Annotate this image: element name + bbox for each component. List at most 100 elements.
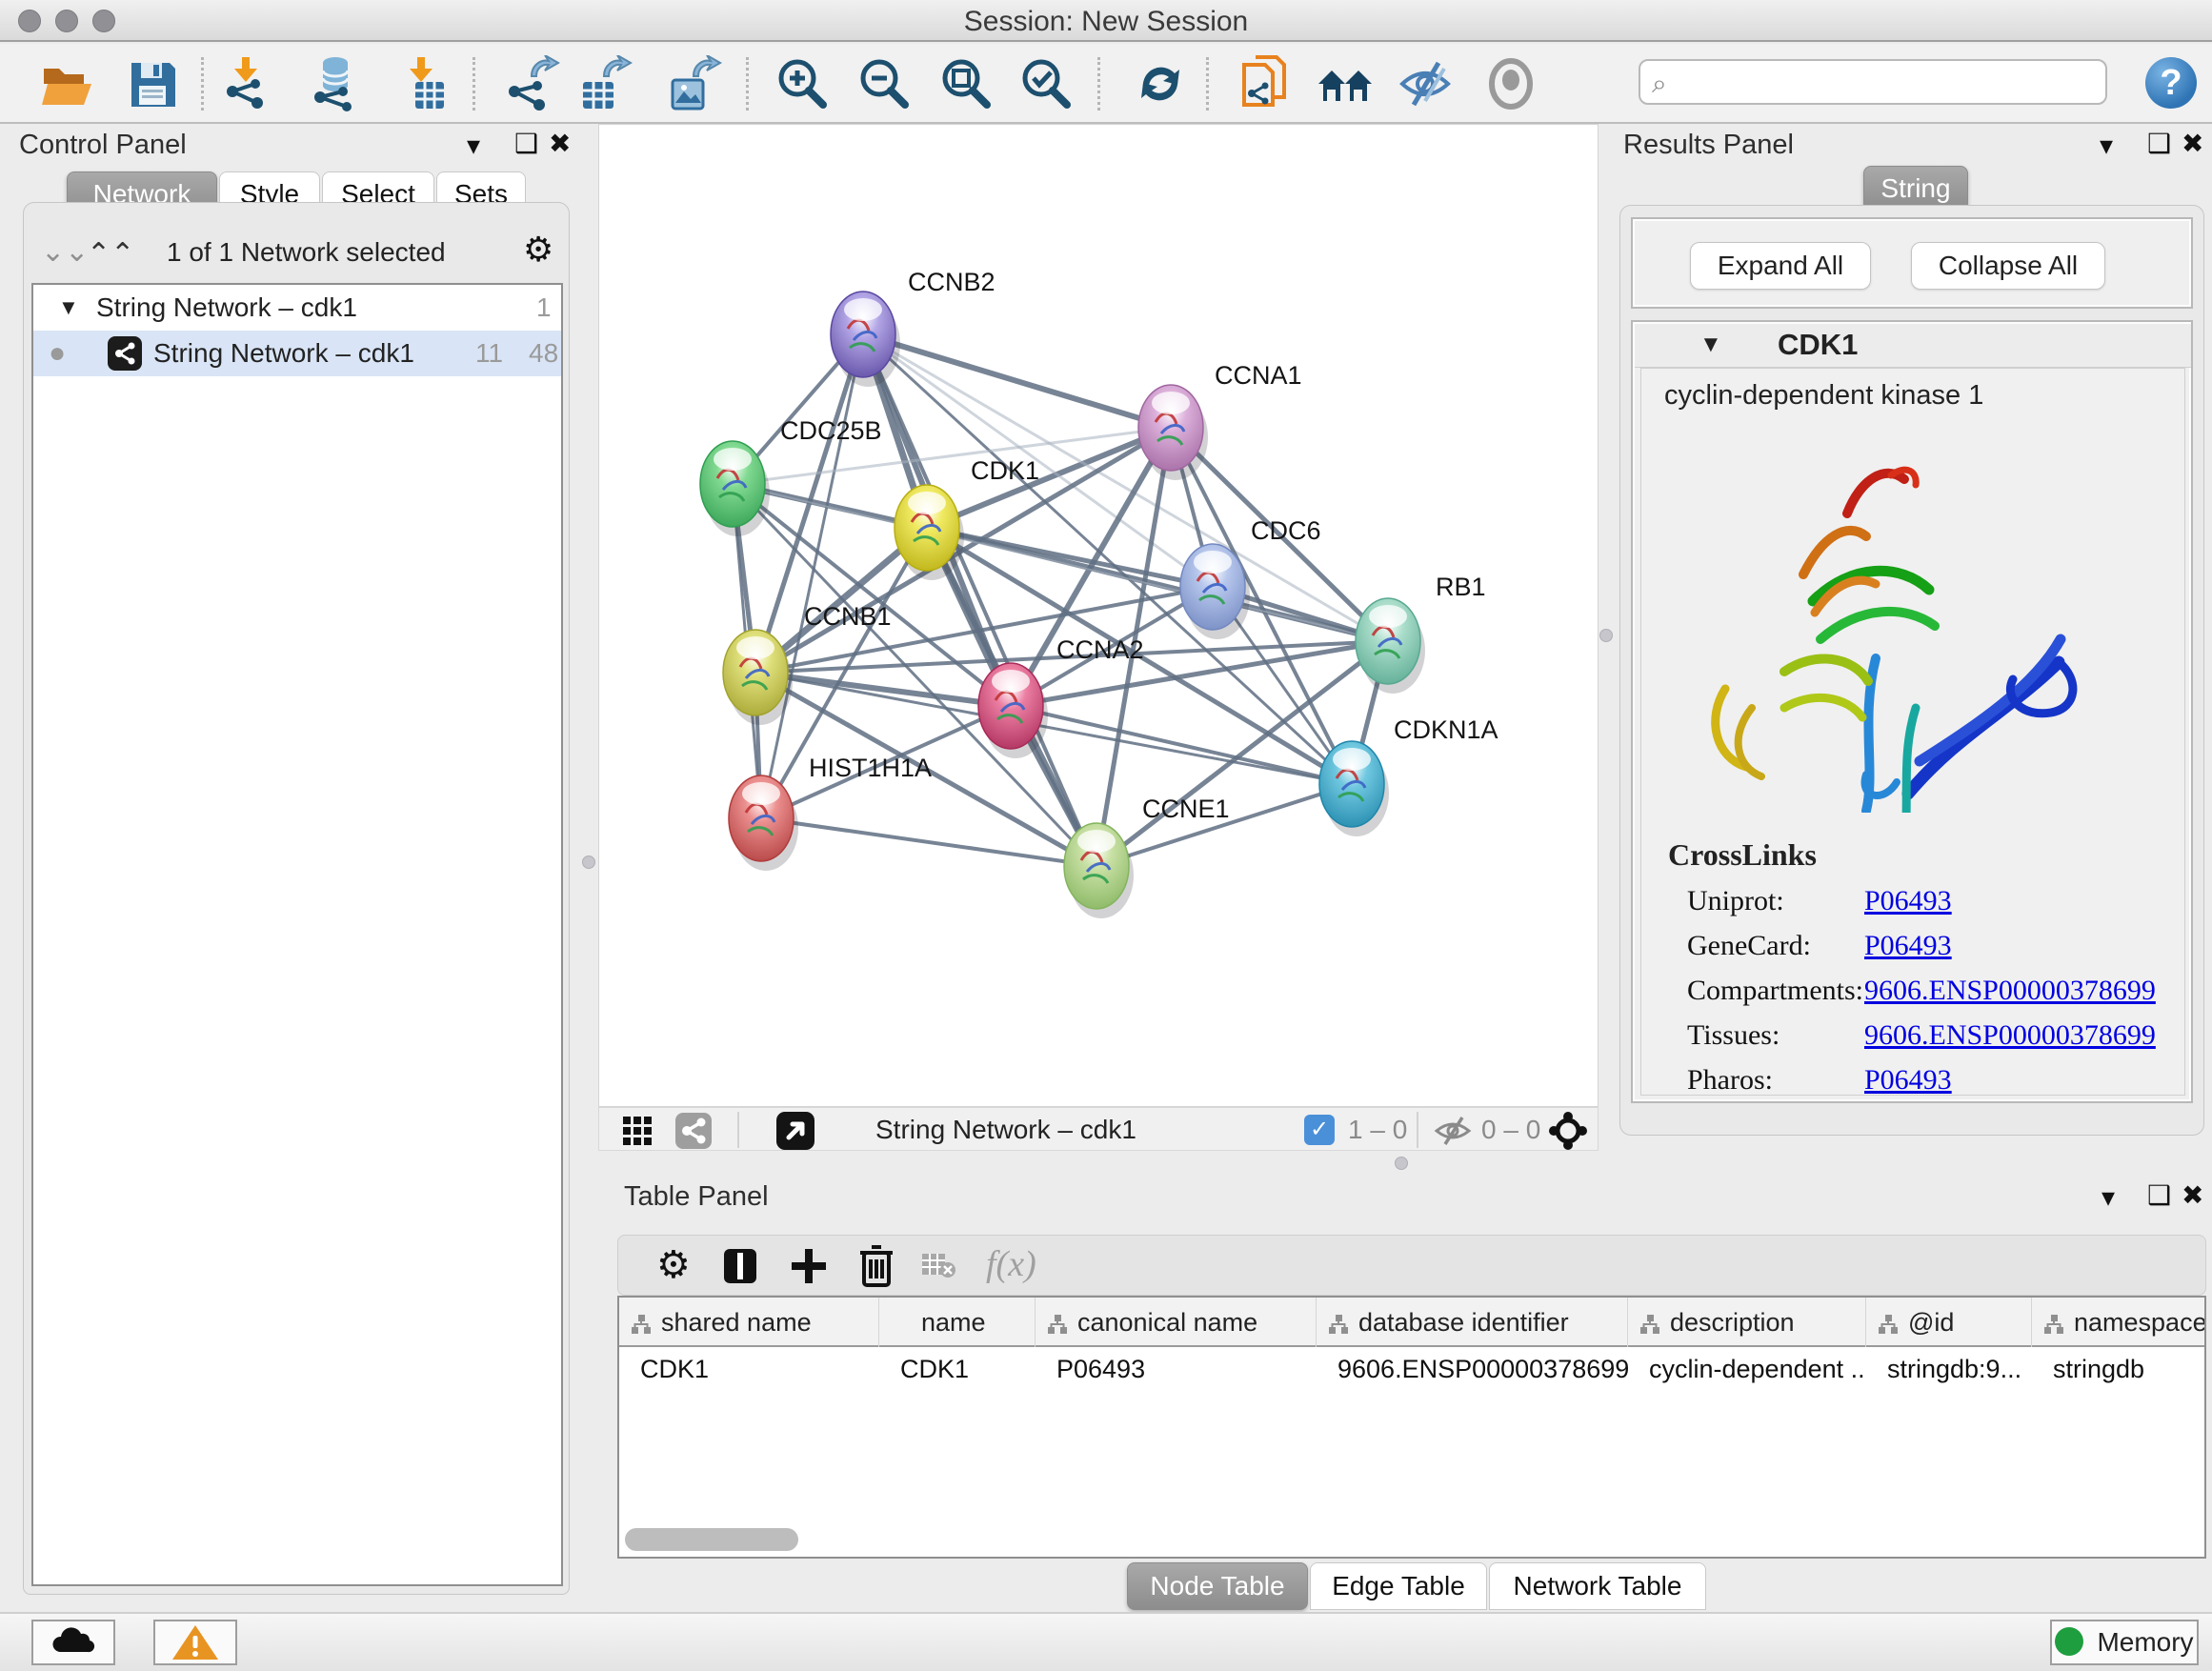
crosslink-label: GeneCard: bbox=[1687, 930, 1811, 962]
grid-icon[interactable] bbox=[622, 1116, 653, 1146]
column-header-name[interactable]: name bbox=[879, 1298, 1036, 1347]
column-header-database-identifier[interactable]: database identifier bbox=[1317, 1298, 1628, 1347]
cloud-button[interactable] bbox=[31, 1620, 115, 1665]
panel-menu-icon[interactable]: ▾ bbox=[467, 130, 480, 161]
birdseye-icon[interactable] bbox=[776, 1112, 814, 1150]
column-header-shared-name[interactable]: shared name bbox=[619, 1298, 879, 1347]
network-edge[interactable] bbox=[761, 818, 1096, 866]
first-neighbors-button[interactable] bbox=[1317, 55, 1374, 112]
network-edge[interactable] bbox=[863, 334, 1096, 866]
network-node-ccnb1[interactable] bbox=[723, 630, 793, 725]
table-cell[interactable]: cyclin-dependent ... bbox=[1628, 1347, 1866, 1391]
export-image-button[interactable] bbox=[665, 55, 722, 112]
zoom-in-button[interactable] bbox=[774, 55, 831, 112]
network-node-cdkn1a[interactable] bbox=[1319, 741, 1389, 836]
network-row[interactable]: ● String Network – cdk1 11 48 bbox=[33, 331, 561, 376]
network-node-ccnb2[interactable] bbox=[831, 292, 900, 387]
tab-network-table[interactable]: Network Table bbox=[1489, 1562, 1706, 1610]
annotations-button[interactable] bbox=[1237, 55, 1294, 112]
crosslink-compartments-link[interactable]: 9606.ENSP00000378699 bbox=[1864, 975, 2156, 1007]
table-gear-icon[interactable]: ⚙ bbox=[656, 1243, 691, 1287]
right-splitter-handle[interactable] bbox=[1599, 629, 1613, 642]
table-cell[interactable]: 9606.ENSP00000378699 bbox=[1317, 1347, 1628, 1391]
add-column-icon[interactable] bbox=[790, 1247, 828, 1290]
export-network-button[interactable] bbox=[503, 55, 560, 112]
collapse-all-icon[interactable]: ⌄⌄ bbox=[41, 235, 89, 269]
warning-button[interactable] bbox=[153, 1620, 237, 1665]
table-cell[interactable]: CDK1 bbox=[619, 1347, 879, 1391]
table-cell[interactable]: stringdb bbox=[2032, 1347, 2206, 1391]
network-edge[interactable] bbox=[863, 334, 1171, 428]
panel-menu-icon[interactable]: ▾ bbox=[2100, 130, 2113, 161]
network-collection-row[interactable]: ▼ String Network – cdk1 1 bbox=[33, 285, 561, 331]
crosslink-pharos-link[interactable]: P06493 bbox=[1864, 1064, 1952, 1097]
table-panel-header: Table Panel ▾ ❑ ✖ bbox=[610, 1174, 2212, 1231]
panel-float-icon[interactable]: ❑ bbox=[2147, 1179, 2171, 1211]
search-input[interactable] bbox=[1688, 65, 2098, 99]
export-table-button[interactable] bbox=[575, 55, 633, 112]
panel-float-icon[interactable]: ❑ bbox=[2147, 128, 2171, 159]
node-label-cdc25b: CDC25B bbox=[780, 416, 882, 445]
delete-column-icon[interactable] bbox=[858, 1245, 895, 1292]
table-cell[interactable]: stringdb:9... bbox=[1866, 1347, 2032, 1391]
tab-edge-table[interactable]: Edge Table bbox=[1310, 1562, 1487, 1610]
crosslink-tissues-link[interactable]: 9606.ENSP00000378699 bbox=[1864, 1019, 2156, 1052]
hide-selected-button[interactable] bbox=[1397, 55, 1454, 112]
gene-section-header[interactable]: ▼ CDK1 bbox=[1635, 324, 2191, 368]
column-header-canonical-name[interactable]: canonical name bbox=[1036, 1298, 1317, 1347]
expand-all-button[interactable]: Expand All bbox=[1690, 242, 1871, 290]
column-header-namespace[interactable]: namespace bbox=[2032, 1298, 2206, 1347]
network-label: String Network – cdk1 bbox=[153, 331, 414, 376]
tree-expander-icon[interactable]: ▼ bbox=[58, 285, 79, 331]
help-button[interactable]: ? bbox=[2145, 57, 2197, 109]
panel-close-icon[interactable]: ✖ bbox=[2182, 128, 2203, 159]
tab-node-table[interactable]: Node Table bbox=[1127, 1562, 1308, 1610]
zoom-selected-button[interactable] bbox=[1017, 55, 1075, 112]
section-expander-icon[interactable]: ▼ bbox=[1699, 332, 1722, 358]
import-table-button[interactable] bbox=[394, 55, 452, 112]
table-toolbar: ⚙ f(x) bbox=[617, 1235, 2206, 1296]
column-header-description[interactable]: description bbox=[1628, 1298, 1866, 1347]
open-session-button[interactable] bbox=[38, 55, 95, 112]
column-header--id[interactable]: @id bbox=[1866, 1298, 2032, 1347]
horizontal-scrollbar-thumb[interactable] bbox=[625, 1528, 798, 1551]
selected-checkbox-icon[interactable]: ✓ bbox=[1304, 1115, 1335, 1145]
zoom-out-button[interactable] bbox=[855, 55, 913, 112]
crosslink-label: Uniprot: bbox=[1687, 885, 1784, 917]
panel-float-icon[interactable]: ❑ bbox=[514, 128, 538, 159]
collapse-all-button[interactable]: Collapse All bbox=[1911, 242, 2105, 290]
gear-icon[interactable]: ⚙ bbox=[523, 230, 553, 270]
table-cell[interactable]: P06493 bbox=[1036, 1347, 1317, 1391]
expand-all-icon[interactable]: ⌃⌃ bbox=[87, 237, 134, 271]
show-columns-icon[interactable] bbox=[721, 1247, 759, 1290]
refresh-layout-button[interactable] bbox=[1132, 55, 1189, 112]
network-node-cdc6[interactable] bbox=[1180, 544, 1250, 639]
crosslink-genecard-link[interactable]: P06493 bbox=[1864, 930, 1952, 962]
table-cell[interactable]: CDK1 bbox=[879, 1347, 1036, 1391]
save-session-button[interactable] bbox=[124, 55, 181, 112]
zoom-fit-button[interactable] bbox=[937, 55, 995, 112]
network-node-hist1h1a[interactable] bbox=[729, 775, 798, 871]
network-edge[interactable] bbox=[1011, 706, 1352, 784]
panel-menu-icon[interactable]: ▾ bbox=[2101, 1181, 2115, 1213]
node-label-ccne1: CCNE1 bbox=[1142, 795, 1230, 823]
crosshair-icon[interactable] bbox=[1548, 1111, 1588, 1151]
gene-name: CDK1 bbox=[1778, 328, 1858, 362]
crosslink-uniprot-link[interactable]: P06493 bbox=[1864, 885, 1952, 917]
bottom-splitter-handle[interactable] bbox=[1395, 1157, 1408, 1170]
panel-close-icon[interactable]: ✖ bbox=[2182, 1179, 2203, 1211]
import-network-file-button[interactable] bbox=[219, 55, 276, 112]
selected-count: 1 – 0 bbox=[1348, 1115, 1407, 1145]
import-network-database-button[interactable] bbox=[307, 55, 364, 112]
network-node-ccna2[interactable] bbox=[978, 663, 1048, 758]
memory-button[interactable]: Memory bbox=[2050, 1620, 2199, 1665]
panel-close-icon[interactable]: ✖ bbox=[549, 128, 571, 159]
network-node-ccne1[interactable] bbox=[1064, 823, 1134, 918]
share-icon[interactable] bbox=[675, 1113, 712, 1149]
hidden-count: 0 – 0 bbox=[1481, 1115, 1540, 1145]
network-edge[interactable] bbox=[863, 334, 1388, 641]
network-canvas[interactable]: CCNB2CCNA1CDC25BCDK1CDC6RB1CCNB1CCNA2CDK… bbox=[598, 124, 1599, 1107]
show-all-button[interactable] bbox=[1482, 55, 1539, 112]
left-splitter-handle[interactable] bbox=[582, 856, 595, 869]
network-node-rb1[interactable] bbox=[1356, 598, 1425, 694]
